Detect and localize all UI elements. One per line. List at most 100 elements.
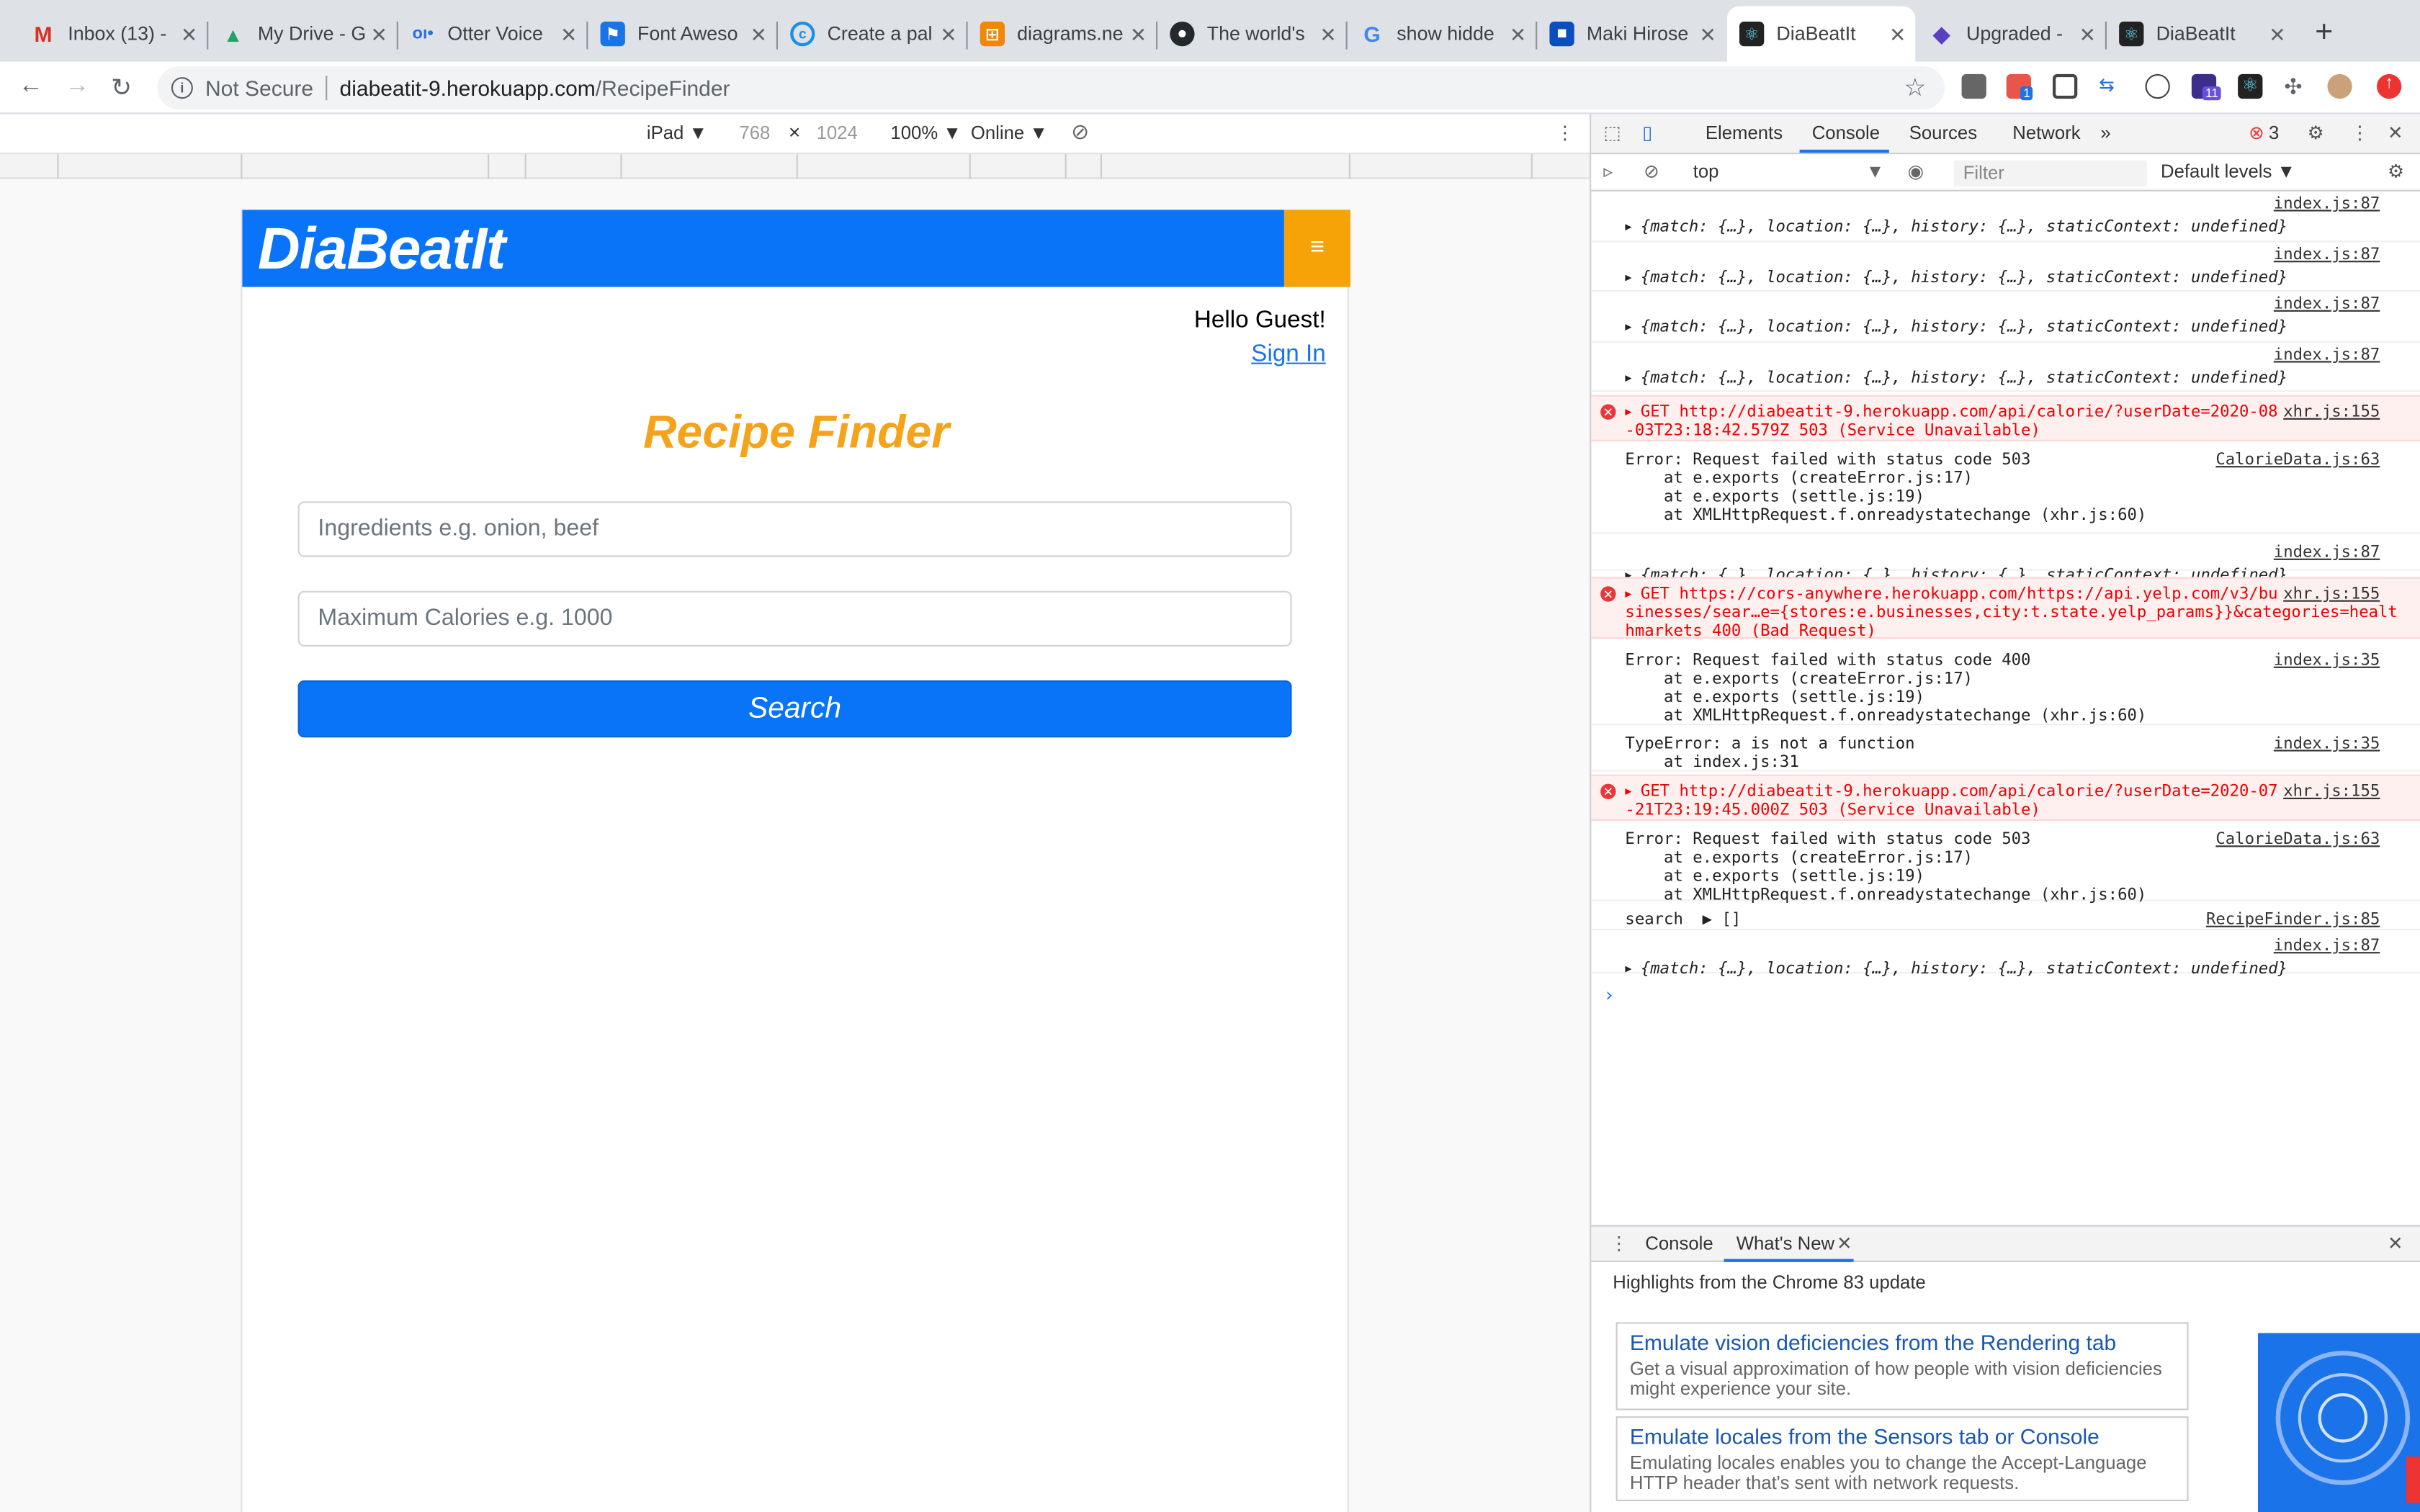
close-tab-icon[interactable]: ✕ <box>1837 1233 1852 1254</box>
drawer-menu-icon[interactable]: ⋮ <box>1610 1233 1628 1254</box>
tab-sources[interactable]: Sources <box>1909 122 1977 143</box>
console-source-link[interactable]: CalorieData.js:63 <box>2215 830 2380 849</box>
ingredients-input[interactable]: Ingredients e.g. onion, beef <box>297 501 1292 557</box>
error-count-icon[interactable]: ⊗ <box>2249 122 2264 143</box>
card-title[interactable]: Emulate locales from the Sensors tab or … <box>1630 1424 2174 1449</box>
clear-console-icon[interactable]: ⊘ <box>1644 161 1659 182</box>
drawer-tab-whats-new[interactable]: What's New <box>1736 1233 1834 1254</box>
close-icon[interactable]: ✕ <box>1889 23 1906 48</box>
whats-new-card[interactable]: Emulate locales from the Sensors tab or … <box>1615 1416 2189 1501</box>
extension-badge-icon[interactable]: 1 <box>2006 73 2034 101</box>
dropdown-arrow-icon[interactable]: ▼ <box>1866 161 1884 182</box>
expand-triangle-icon[interactable]: ▶ <box>1625 406 1631 418</box>
screenshot-icon[interactable] <box>2053 73 2078 99</box>
browser-tab-otter[interactable]: oı• Otter Voice ✕ <box>398 6 588 62</box>
brand-logo[interactable]: DiaBeatIt <box>258 217 506 284</box>
hamburger-menu-icon[interactable]: ≡ <box>1283 210 1350 287</box>
browser-tab-diagrams[interactable]: ⊞ diagrams.ne ✕ <box>968 6 1158 62</box>
close-icon[interactable]: ✕ <box>181 23 197 48</box>
console-row[interactable]: index.js:87 {match: {…}, location: {…}, h… <box>1591 933 2420 978</box>
reload-icon[interactable]: ↻ <box>111 73 132 104</box>
error-count[interactable]: 3 <box>2269 122 2279 143</box>
console-source-link[interactable]: xhr.js:155 <box>2283 585 2380 603</box>
sign-in-link[interactable]: Sign In <box>1251 341 1325 369</box>
console-source-link[interactable]: xhr.js:155 <box>2283 402 2380 421</box>
browser-tab-upgraded[interactable]: ◆ Upgraded - ✕ <box>1917 6 2107 62</box>
more-menu-icon[interactable]: ⋮ <box>1556 122 1574 143</box>
network-select[interactable]: Online ▼ <box>971 122 1048 143</box>
expand-triangle-icon[interactable]: ▶ <box>1625 271 1631 284</box>
console-row[interactable]: xhr.js:155 ✕ GET http://diabeatit-9.heroku… <box>1591 395 2420 441</box>
settings-gear-icon[interactable]: ⚙ <box>2308 122 2324 143</box>
close-icon[interactable]: ✕ <box>750 23 767 48</box>
address-bar[interactable]: i Not Secure diabeatit-9.herokuapp.com/R… <box>157 66 1945 110</box>
sidebar-toggle-icon[interactable]: ▹ <box>1603 161 1613 182</box>
circle-extension-icon[interactable] <box>2145 73 2170 99</box>
console-row[interactable]: index.js:35 TypeError: a is not a functio… <box>1591 728 2420 772</box>
console-source-link[interactable]: index.js:35 <box>2274 734 2380 753</box>
expand-triangle-icon[interactable]: ▶ <box>1625 220 1631 233</box>
back-arrow-icon[interactable]: ← <box>19 73 43 101</box>
grad-cap-icon[interactable]: 11 <box>2191 73 2222 101</box>
bookmark-star-icon[interactable]: ☆ <box>1904 73 1927 104</box>
close-drawer-icon[interactable]: ✕ <box>2388 1233 2403 1254</box>
console-row[interactable]: CalorieData.js:63 Error: Request failed w… <box>1591 444 2420 534</box>
close-icon[interactable]: ✕ <box>1699 23 1716 48</box>
arrows-icon[interactable]: ⇆ <box>2099 74 2123 99</box>
browser-tab-diabeatit[interactable]: ⚛ DiaBeatIt ✕ <box>2107 6 2295 62</box>
device-select[interactable]: iPad ▼ <box>647 122 707 143</box>
console-row[interactable]: RecipeFinder.js:85 search ▶ [] <box>1591 904 2420 931</box>
browser-tab-diabeatit-active[interactable]: ⚛ DiaBeatIt ✕ <box>1726 6 1916 62</box>
browser-tab-inbox[interactable]: M Inbox (13) - ✕ <box>19 6 209 62</box>
max-calories-input[interactable]: Maximum Calories e.g. 1000 <box>297 590 1292 647</box>
console-source-link[interactable]: index.js:87 <box>2274 294 2380 313</box>
search-button[interactable]: Search <box>297 680 1292 738</box>
close-icon[interactable]: ✕ <box>1130 23 1147 48</box>
log-levels-select[interactable]: Default levels ▼ <box>2161 161 2295 182</box>
new-tab-icon[interactable]: + <box>2315 15 2333 50</box>
expand-triangle-icon[interactable]: ▶ <box>1625 588 1631 600</box>
browser-tab-create[interactable]: c Create a pal ✕ <box>778 6 968 62</box>
console-source-link[interactable]: index.js:87 <box>2274 246 2380 264</box>
expand-triangle-icon[interactable]: ▶ <box>1625 786 1631 798</box>
console-source-link[interactable]: index.js:87 <box>2274 543 2380 562</box>
console-row[interactable]: index.js:87 {match: {…}, location: {…}, h… <box>1591 192 2420 243</box>
console-settings-gear-icon[interactable]: ⚙ <box>2388 161 2404 182</box>
context-select[interactable]: top <box>1693 161 1719 182</box>
console-row[interactable]: index.js:87 {match: {…}, location: {…}, h… <box>1591 540 2420 585</box>
height-input[interactable]: 1024 <box>817 122 858 143</box>
zoom-select[interactable]: 100% ▼ <box>890 122 961 143</box>
expand-triangle-icon[interactable]: ▶ <box>1625 321 1631 333</box>
width-input[interactable]: 768 <box>739 122 770 143</box>
browser-tab-google[interactable]: G show hidde ✕ <box>1348 6 1538 62</box>
console-row[interactable]: xhr.js:155 ✕ GET http://diabeatit-9.heroku… <box>1591 774 2420 821</box>
card-title[interactable]: Emulate vision deficiencies from the Ren… <box>1630 1330 2174 1354</box>
console-source-link[interactable]: CalorieData.js:63 <box>2215 451 2380 469</box>
console-row[interactable]: index.js:87 {match: {…}, location: {…}, h… <box>1591 292 2420 343</box>
tab-console[interactable]: Console <box>1812 122 1880 143</box>
more-menu-icon[interactable]: ⋮ <box>2351 122 2370 143</box>
close-icon[interactable]: ✕ <box>1510 23 1526 48</box>
browser-tab-github[interactable]: ● The world's ✕ <box>1157 6 1348 62</box>
console-source-link[interactable]: index.js:87 <box>2274 194 2380 213</box>
console-source-link[interactable]: index.js:35 <box>2274 651 2380 670</box>
expand-triangle-icon[interactable]: ▶ <box>1625 372 1631 384</box>
avatar[interactable] <box>2327 73 2352 99</box>
close-icon[interactable]: ✕ <box>2388 122 2403 143</box>
console-source-link[interactable]: xhr.js:155 <box>2283 782 2380 801</box>
react-devtools-icon[interactable]: ⚛ <box>2238 73 2263 99</box>
more-tabs-icon[interactable]: » <box>2100 122 2110 143</box>
console-row[interactable]: index.js:87 {match: {…}, location: {…}, h… <box>1591 343 2420 392</box>
expand-triangle-icon[interactable]: ▶ <box>1625 963 1631 975</box>
console-source-link[interactable]: RecipeFinder.js:85 <box>2206 910 2380 929</box>
inspect-icon[interactable]: ⬚ <box>1603 122 1621 143</box>
security-label[interactable]: Not Secure <box>205 76 313 100</box>
console-row[interactable]: CalorieData.js:63 Error: Request failed w… <box>1591 824 2420 904</box>
browser-tab-maki[interactable]: ■ Maki Hirose ✕ <box>1537 6 1725 62</box>
browser-tab-fontawesome[interactable]: ⚑ Font Aweso ✕ <box>588 6 778 62</box>
close-icon[interactable]: ✕ <box>560 23 577 48</box>
whats-new-card[interactable]: Emulate vision deficiencies from the Ren… <box>1615 1322 2189 1410</box>
console-prompt[interactable]: › <box>1603 984 1615 1006</box>
close-icon[interactable]: ✕ <box>2079 23 2096 48</box>
console-row[interactable]: xhr.js:155 ✕ GET https://cors-anywhere.her… <box>1591 577 2420 640</box>
